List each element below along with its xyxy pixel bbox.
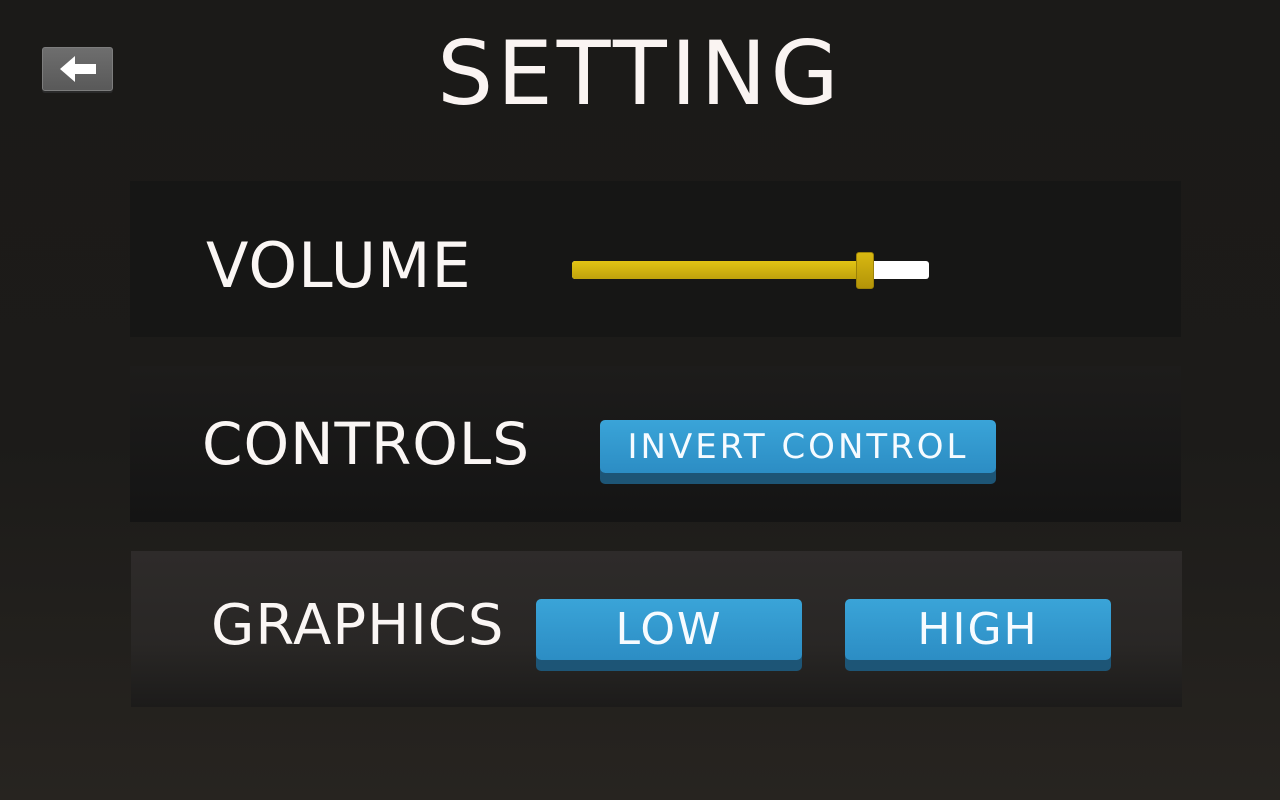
graphics-label: GRAPHICS xyxy=(211,593,505,658)
volume-slider-fill xyxy=(572,261,865,279)
page-title: SETTING xyxy=(437,22,843,125)
volume-panel: VOLUME xyxy=(130,181,1181,337)
volume-slider-handle[interactable] xyxy=(855,252,874,289)
graphics-panel: GRAPHICS LOW HIGH xyxy=(131,551,1182,707)
controls-panel: CONTROLS INVERT CONTROL xyxy=(130,366,1181,522)
controls-label: CONTROLS xyxy=(202,410,531,478)
volume-label: VOLUME xyxy=(206,229,472,302)
invert-control-button[interactable]: INVERT CONTROL xyxy=(600,420,996,473)
volume-slider[interactable] xyxy=(572,252,929,289)
graphics-high-button[interactable]: HIGH xyxy=(845,599,1111,660)
graphics-low-button[interactable]: LOW xyxy=(536,599,802,660)
